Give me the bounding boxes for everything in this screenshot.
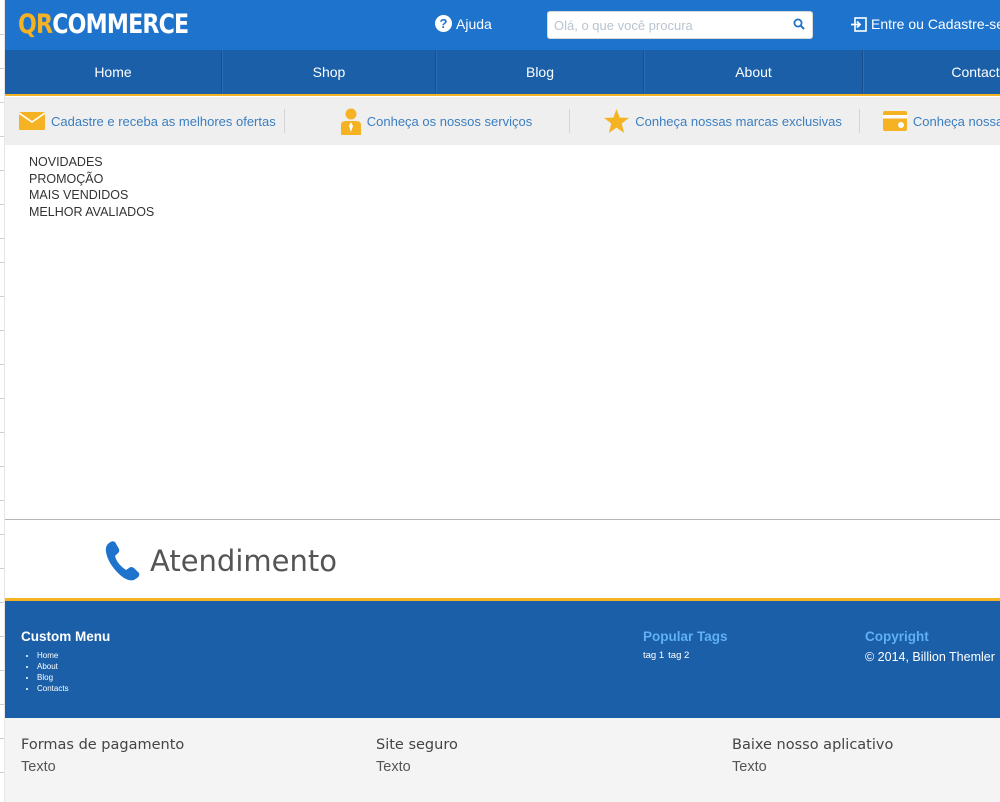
phone-icon (105, 541, 140, 581)
support-title: Atendimento (150, 543, 337, 578)
site-logo[interactable]: QRCOMMERCE (18, 9, 189, 41)
promo-services-label: Conheça os nossos serviços (366, 113, 533, 129)
promo-divider (858, 109, 860, 133)
footer-custom-menu: Custom Menu Home About Blog Contacts (21, 629, 110, 694)
footer-copyright: Copyright © 2014, Billion Themler (865, 629, 995, 664)
envelope-icon (19, 112, 45, 130)
promo-brands[interactable]: Conheça nossas marcas exclusivas (604, 109, 842, 133)
search-input[interactable] (548, 12, 778, 38)
star-icon (604, 109, 630, 133)
content-divider (5, 519, 1000, 520)
footer-menu-item-contacts[interactable]: Contacts (37, 683, 110, 694)
secure-info: Site seguro Texto (376, 737, 458, 775)
footer-tags-title: Popular Tags (643, 629, 728, 644)
footer-menu-list: Home About Blog Contacts (21, 650, 110, 694)
card-icon (882, 111, 907, 131)
search-icon[interactable] (793, 18, 805, 30)
category-list: NOVIDADES PROMOÇÃO MAIS VENDIDOS MELHOR … (29, 154, 154, 220)
logo-commerce: COMMERCE (52, 9, 189, 40)
nav-item-home[interactable]: Home (5, 50, 222, 94)
login-link[interactable]: Entre ou Cadastre-se (850, 16, 1000, 32)
footer-popular-tags: Popular Tags tag 1 tag 2 (643, 629, 728, 661)
nav-item-blog[interactable]: Blog (436, 50, 644, 94)
footer-menu-title: Custom Menu (21, 629, 111, 644)
nav-item-about[interactable]: About (644, 50, 863, 94)
promo-payment-label: Conheça nossas formas (912, 113, 1000, 129)
site-footer: Custom Menu Home About Blog Contacts Pop… (5, 598, 1000, 718)
payment-text: Texto (21, 759, 56, 775)
search-box (547, 11, 813, 39)
app-title: Baixe nosso aplicativo (732, 737, 894, 753)
footer-copyright-text: © 2014, Billion Themler (865, 650, 995, 664)
category-item[interactable]: MAIS VENDIDOS (29, 187, 154, 204)
secure-title: Site seguro (376, 737, 458, 753)
footer-tag[interactable]: tag 2 (668, 650, 689, 661)
support-section[interactable]: Atendimento (105, 540, 337, 581)
category-item[interactable]: PROMOÇÃO (29, 171, 154, 188)
promo-brands-label: Conheça nossas marcas exclusivas (635, 113, 842, 129)
promo-divider (283, 109, 285, 133)
info-band: Formas de pagamento Texto Site seguro Te… (5, 718, 1000, 802)
logo-qr: QR (18, 9, 53, 40)
promo-divider (569, 109, 571, 133)
site-header: QRCOMMERCE ? Ajuda Entre ou Cadastre-se (5, 0, 1000, 50)
footer-tag-list: tag 1 tag 2 (643, 650, 728, 661)
footer-menu-item-blog[interactable]: Blog (37, 672, 110, 683)
footer-tag[interactable]: tag 1 (643, 650, 664, 661)
category-item[interactable]: NOVIDADES (29, 154, 154, 171)
promo-services[interactable]: Conheça os nossos serviços (340, 108, 533, 135)
category-item[interactable]: MELHOR AVALIADOS (29, 204, 154, 221)
attendant-icon (340, 108, 361, 135)
help-icon: ? (435, 15, 452, 32)
login-icon (851, 16, 867, 32)
page: QRCOMMERCE ? Ajuda Entre ou Cadastre-se … (5, 0, 1000, 802)
nav-item-shop[interactable]: Shop (222, 50, 436, 94)
promo-bar: Cadastre e receba as melhores ofertas Co… (5, 97, 1000, 145)
footer-menu-item-home[interactable]: Home (37, 650, 110, 661)
main-nav: Home Shop Blog About Contacts (5, 50, 1000, 96)
footer-copyright-title: Copyright (865, 629, 929, 644)
payment-title: Formas de pagamento (21, 737, 185, 753)
footer-menu-item-about[interactable]: About (37, 661, 110, 672)
login-label: Entre ou Cadastre-se (871, 16, 1000, 32)
app-text: Texto (732, 759, 767, 775)
nav-item-contacts[interactable]: Contacts (863, 50, 1000, 94)
secure-text: Texto (376, 759, 411, 775)
app-info: Baixe nosso aplicativo Texto (732, 737, 893, 775)
payment-info: Formas de pagamento Texto (21, 737, 184, 775)
promo-newsletter-label: Cadastre e receba as melhores ofertas (51, 113, 276, 129)
promo-newsletter[interactable]: Cadastre e receba as melhores ofertas (19, 112, 276, 130)
promo-payment[interactable]: Conheça nossas formas (882, 111, 1000, 131)
help-label: Ajuda (456, 15, 492, 32)
help-link[interactable]: ? Ajuda (435, 15, 492, 32)
